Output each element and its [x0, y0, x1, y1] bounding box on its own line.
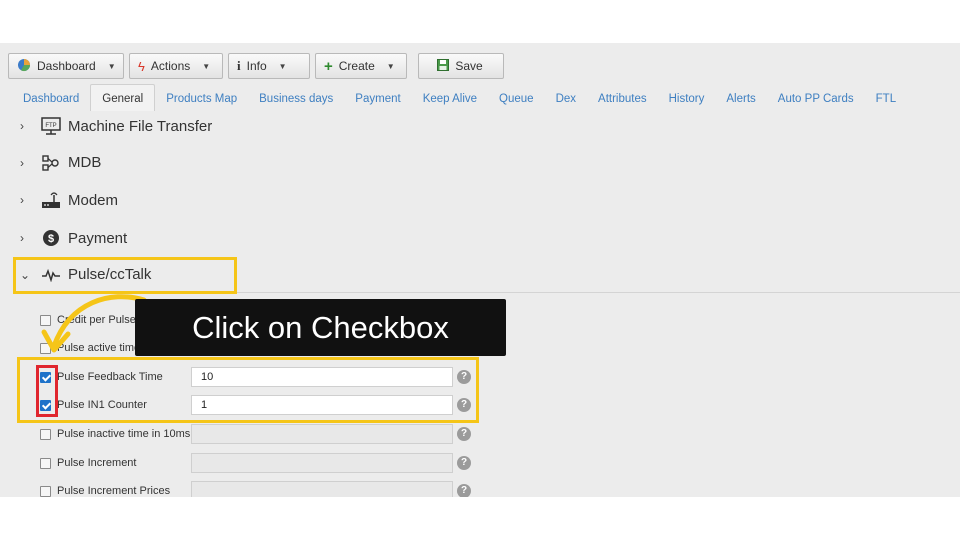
save-button[interactable]: Save [418, 53, 504, 79]
tab-bar: Dashboard General Products Map Business … [0, 84, 960, 111]
section-highlight-box [13, 257, 237, 294]
section-machine-file-transfer[interactable]: › FTP Machine File Transfer [20, 117, 212, 135]
section-payment[interactable]: › $ Payment [20, 229, 127, 247]
section-divider [236, 292, 960, 293]
info-button-label: Info [246, 59, 267, 73]
chevron-right-icon: › [20, 119, 24, 133]
section-label: Payment [68, 229, 128, 247]
pulse-inactive-time-input[interactable] [191, 424, 453, 444]
info-icon: i [237, 58, 241, 73]
dashboard-button-label: Dashboard [37, 59, 96, 73]
pulse-increment-prices-input[interactable] [191, 481, 453, 497]
chevron-right-icon: › [20, 231, 24, 245]
chevron-right-icon: › [20, 193, 24, 207]
info-button[interactable]: i Info ▼ [228, 53, 310, 79]
svg-text:$: $ [48, 233, 54, 245]
tab-general[interactable]: General [90, 84, 156, 111]
pulse-increment-input[interactable] [191, 453, 453, 473]
dashboard-button[interactable]: Dashboard ▼ [8, 53, 124, 79]
field-label: Pulse inactive time in 10ms [57, 428, 191, 440]
field-pulse-inactive-time: Pulse inactive time in 10ms [40, 423, 190, 445]
tab-ftl[interactable]: FTL [865, 87, 907, 111]
help-icon[interactable]: ? [457, 427, 471, 441]
lightning-icon: ϟ [138, 58, 145, 74]
help-icon[interactable]: ? [457, 484, 471, 497]
tab-history[interactable]: History [658, 87, 716, 111]
section-mdb[interactable]: › MDB [20, 154, 101, 171]
actions-button-label: Actions [150, 59, 191, 73]
tab-queue[interactable]: Queue [488, 87, 545, 111]
tab-payment[interactable]: Payment [344, 87, 411, 111]
tab-auto-pp-cards[interactable]: Auto PP Cards [767, 87, 865, 111]
actions-button[interactable]: ϟ Actions ▼ [129, 53, 223, 79]
section-label: MDB [68, 154, 102, 171]
tab-attributes[interactable]: Attributes [587, 87, 658, 111]
caret-down-icon: ▼ [202, 61, 211, 71]
dollar-icon: $ [40, 229, 62, 247]
field-label: Pulse Increment [57, 457, 137, 469]
checkbox-highlight-box [36, 365, 58, 417]
plus-icon: + [324, 57, 333, 75]
arrow-icon [41, 294, 147, 353]
app-window: Dashboard ▼ ϟ Actions ▼ i Info ▼ + Creat… [0, 43, 960, 497]
section-modem[interactable]: › Modem [20, 191, 118, 209]
modem-icon [40, 191, 62, 209]
caret-down-icon: ▼ [107, 61, 116, 71]
mdb-icon [40, 154, 62, 171]
tab-products-map[interactable]: Products Map [155, 87, 248, 111]
tab-keep-alive[interactable]: Keep Alive [412, 87, 488, 111]
checkbox[interactable] [40, 485, 51, 497]
create-button[interactable]: + Create ▼ [315, 53, 407, 79]
save-icon [437, 58, 450, 74]
field-pulse-increment: Pulse Increment [40, 452, 136, 474]
ftp-icon: FTP [40, 117, 62, 135]
pie-chart-icon [17, 58, 31, 75]
checkbox[interactable] [40, 457, 51, 469]
svg-text:FTP: FTP [45, 123, 56, 129]
instruction-tooltip: Click on Checkbox [135, 299, 506, 356]
create-button-label: Create [338, 59, 375, 73]
chevron-right-icon: › [20, 155, 24, 170]
tab-dashboard[interactable]: Dashboard [0, 87, 90, 111]
tab-dex[interactable]: Dex [545, 87, 587, 111]
checkbox[interactable] [40, 428, 51, 440]
toolbar: Dashboard ▼ ϟ Actions ▼ i Info ▼ + Creat… [8, 53, 504, 81]
caret-down-icon: ▼ [278, 61, 287, 71]
help-icon[interactable]: ? [457, 456, 471, 470]
fields-highlight-box [17, 357, 479, 423]
field-label: Pulse Increment Prices [57, 485, 171, 497]
tab-alerts[interactable]: Alerts [715, 87, 766, 111]
caret-down-icon: ▼ [386, 61, 395, 71]
save-button-label: Save [455, 59, 483, 73]
top-margin [0, 0, 960, 43]
bottom-margin [0, 497, 960, 540]
section-label: Machine File Transfer [68, 117, 213, 135]
tab-business-days[interactable]: Business days [248, 87, 344, 111]
section-label: Modem [68, 191, 119, 209]
field-pulse-increment-prices: Pulse Increment Prices [40, 480, 170, 497]
